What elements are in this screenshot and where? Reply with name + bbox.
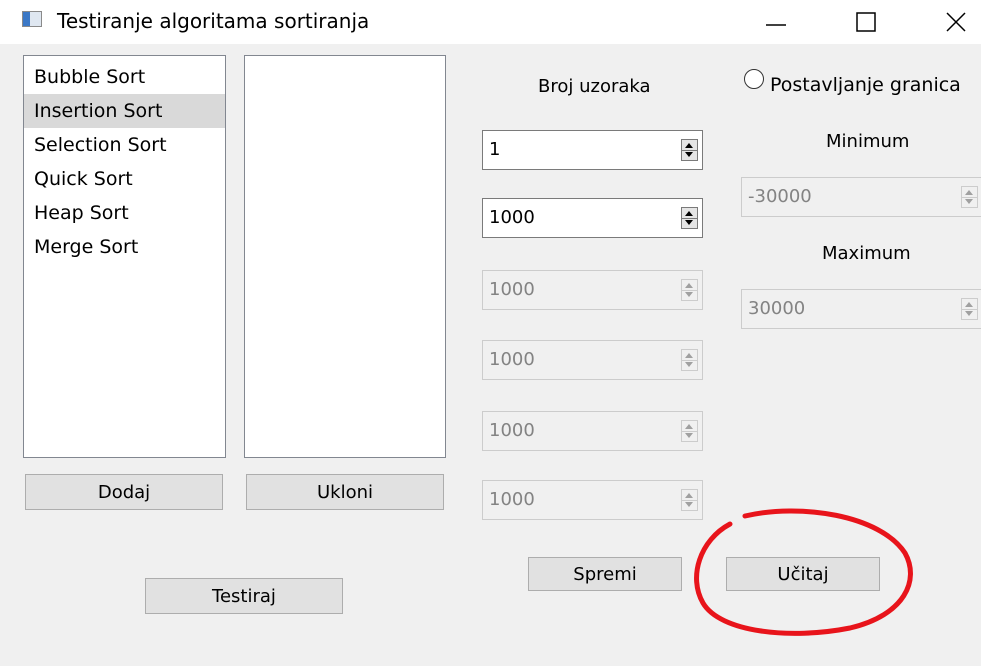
selected-algorithms-list[interactable] — [244, 55, 446, 458]
minimum-label: Minimum — [826, 131, 910, 152]
spinbox-value: -30000 — [748, 186, 812, 207]
save-button[interactable]: Spremi — [528, 557, 682, 591]
spinbox-value: 1000 — [489, 420, 535, 441]
samples-spinbox-1[interactable]: 1 — [482, 130, 703, 170]
list-item-quick-sort[interactable]: Quick Sort — [24, 162, 225, 196]
spinbox-value: 1 — [489, 139, 501, 160]
spin-arrows-icon — [681, 279, 698, 301]
samples-spinbox-6: 1000 — [482, 480, 703, 520]
list-item-selection-sort[interactable]: Selection Sort — [24, 128, 225, 162]
list-item-heap-sort[interactable]: Heap Sort — [24, 196, 225, 230]
bounds-radio[interactable] — [744, 69, 764, 89]
spin-arrows-icon[interactable] — [681, 207, 698, 229]
spin-arrows-icon — [681, 349, 698, 371]
spin-arrows-icon — [961, 186, 978, 208]
spinbox-value: 1000 — [489, 489, 535, 510]
maximize-button[interactable] — [836, 0, 896, 44]
load-button[interactable]: Učitaj — [726, 557, 880, 591]
test-button[interactable]: Testiraj — [145, 578, 343, 614]
samples-spinbox-4: 1000 — [482, 340, 703, 380]
minimize-icon — [766, 24, 786, 26]
list-item-insertion-sort[interactable]: Insertion Sort — [24, 94, 225, 128]
spin-arrows-icon[interactable] — [681, 139, 698, 161]
spin-arrows-icon — [961, 298, 978, 320]
app-icon — [22, 11, 42, 27]
samples-spinbox-5: 1000 — [482, 411, 703, 451]
samples-spinbox-3: 1000 — [482, 270, 703, 310]
minimum-spinbox: -30000 — [741, 177, 981, 217]
minimize-button[interactable] — [746, 0, 806, 44]
algorithms-list[interactable]: Bubble Sort Insertion Sort Selection Sor… — [23, 55, 226, 458]
spin-arrows-icon — [681, 420, 698, 442]
spinbox-value: 30000 — [748, 298, 806, 319]
remove-button[interactable]: Ukloni — [246, 474, 444, 510]
samples-spinbox-2[interactable]: 1000 — [482, 198, 703, 238]
add-button[interactable]: Dodaj — [25, 474, 223, 510]
maximum-label: Maximum — [822, 243, 911, 264]
maximum-spinbox: 30000 — [741, 289, 981, 329]
list-item-merge-sort[interactable]: Merge Sort — [24, 230, 225, 264]
bounds-radio-label[interactable]: Postavljanje granica — [770, 74, 961, 96]
window-title: Testiranje algoritama sortiranja — [57, 9, 370, 33]
close-icon — [946, 12, 966, 32]
spinbox-value: 1000 — [489, 207, 535, 228]
list-item-bubble-sort[interactable]: Bubble Sort — [24, 60, 225, 94]
samples-label: Broj uzoraka — [538, 76, 651, 97]
spin-arrows-icon — [681, 489, 698, 511]
title-bar: Testiranje algoritama sortiranja — [0, 0, 981, 44]
close-button[interactable] — [926, 0, 981, 44]
maximize-icon — [856, 12, 876, 32]
spinbox-value: 1000 — [489, 349, 535, 370]
spinbox-value: 1000 — [489, 279, 535, 300]
